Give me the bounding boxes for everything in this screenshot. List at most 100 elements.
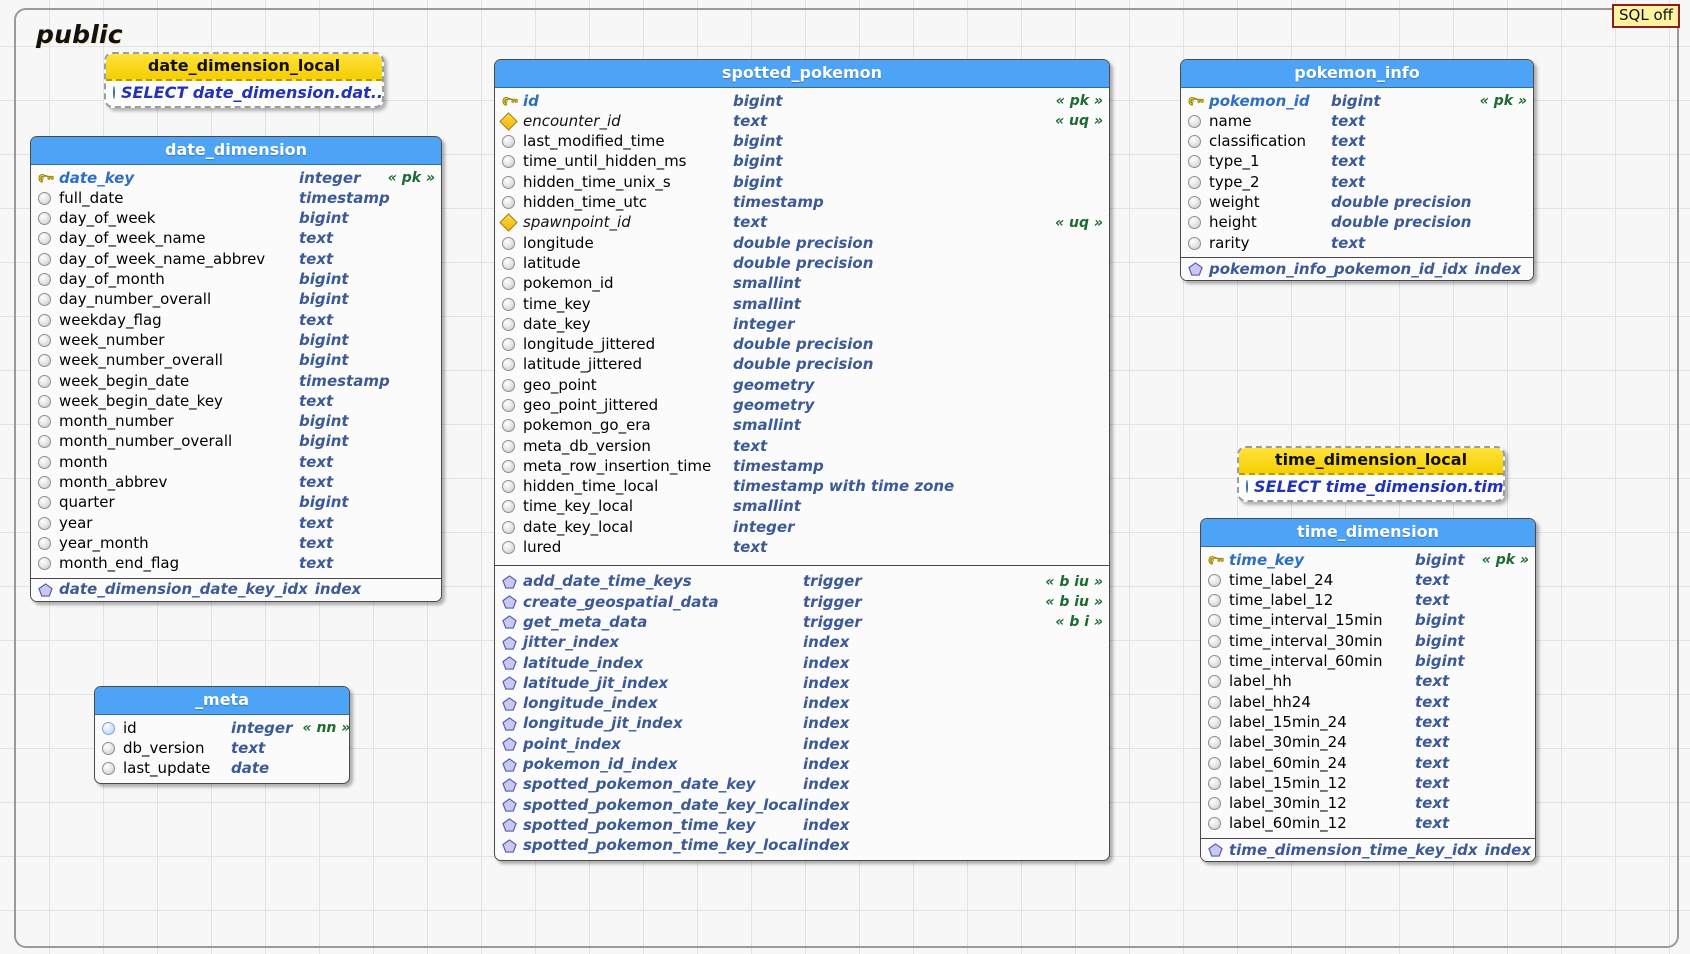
column-name: day_of_month — [59, 270, 165, 289]
circle-shape — [502, 196, 515, 210]
circle-shape — [1208, 655, 1221, 669]
column-type: double precision — [1331, 213, 1472, 232]
circle-shape — [1208, 817, 1221, 831]
object-name: spotted_pokemon_time_key — [523, 815, 756, 834]
column-type: timestamp with time zone — [733, 477, 955, 496]
table-date-dimension[interactable]: date_dimension date_key integer « pk » full… — [30, 136, 442, 602]
circle-icon — [502, 297, 523, 311]
column-list: time_key bigint « pk » time_label_24 text tim… — [1201, 547, 1535, 838]
column-name: label_hh — [1229, 672, 1292, 691]
column-row: name text — [1181, 111, 1533, 131]
column-name: last_update — [123, 759, 211, 778]
column-name: latitude_jittered — [523, 355, 642, 374]
column-type: bigint — [299, 290, 349, 309]
object-row: latitude_jit_index index — [495, 673, 1109, 693]
column-name: height — [1209, 213, 1257, 232]
circle-icon — [1188, 155, 1209, 169]
circle-shape — [38, 455, 51, 469]
column-type: text — [1331, 111, 1366, 130]
column-name: label_hh24 — [1229, 692, 1311, 711]
column-type: text — [299, 310, 334, 329]
circle-shape — [1208, 756, 1221, 770]
column-name: month_abbrev — [59, 473, 168, 491]
column-type: smallint — [733, 274, 801, 293]
circle-icon — [1208, 776, 1229, 790]
column-type: bigint — [733, 172, 783, 191]
column-name: label_15min_24 — [1229, 712, 1347, 731]
column-constraint-badge: « uq » — [1055, 113, 1103, 130]
column-row: time_until_hidden_ms bigint — [495, 152, 1109, 172]
column-row: rarity text — [1181, 233, 1533, 253]
column-type: double precision — [733, 335, 874, 354]
diamond-icon — [499, 112, 523, 131]
column-type: double precision — [733, 355, 874, 374]
circle-shape — [502, 338, 515, 352]
circle-icon — [1208, 634, 1229, 648]
column-type: double precision — [733, 253, 874, 272]
circle-shape — [502, 297, 515, 311]
column-name: time_label_12 — [1229, 591, 1334, 610]
index-type: index — [314, 580, 362, 599]
pentagon-icon — [1208, 843, 1229, 857]
index-type: index — [1484, 840, 1531, 859]
circle-shape — [502, 419, 515, 433]
sql-toggle-badge[interactable]: SQL off — [1612, 4, 1680, 29]
circle-shape — [38, 476, 51, 489]
column-row: hidden_time_utc timestamp — [495, 192, 1109, 212]
column-name: pokemon_id — [523, 274, 614, 293]
column-name: time_key — [523, 294, 591, 313]
column-list: date_key integer « pk » full_date timestamp d… — [31, 165, 441, 578]
column-row: label_30min_12 text — [1201, 793, 1535, 813]
column-type: integer — [733, 517, 795, 536]
index-name: time_dimension_time_key_idx — [1229, 840, 1478, 859]
circle-shape — [502, 358, 515, 372]
circle-icon — [502, 358, 523, 372]
column-type: bigint — [299, 432, 349, 451]
circle-icon — [38, 212, 59, 226]
column-type: text — [1415, 733, 1450, 752]
view-time-dimension-local[interactable]: time_dimension_local SELECT time_dimensi… — [1237, 446, 1505, 502]
table-index-footer: date_dimension_date_key_idx index — [31, 577, 441, 601]
circle-shape — [102, 762, 115, 776]
column-row: label_30min_24 text — [1201, 733, 1535, 753]
object-name: jitter_index — [523, 633, 620, 652]
column-type: bigint — [299, 493, 349, 512]
view-date-dimension-local[interactable]: date_dimension_local SELECT date_dimensi… — [104, 52, 384, 108]
object-row: latitude_index index — [495, 653, 1109, 673]
column-type: bigint — [1331, 91, 1381, 110]
circle-icon — [38, 293, 59, 307]
circle-icon — [38, 191, 59, 205]
table-spotted-pokemon[interactable]: spotted_pokemon id bigint « pk » encounter_… — [494, 59, 1110, 861]
circle-shape — [102, 721, 115, 735]
circle-icon — [1188, 236, 1209, 250]
column-name: name — [1209, 111, 1252, 130]
table-pokemon-info[interactable]: pokemon_info pokemon_id bigint « pk » name t… — [1180, 59, 1534, 282]
column-type: timestamp — [299, 371, 390, 390]
circle-icon — [38, 476, 59, 489]
pentagon-icon — [502, 656, 523, 670]
circle-shape — [38, 212, 51, 226]
column-name: year_month — [59, 533, 149, 552]
circle-shape — [1188, 114, 1201, 128]
column-name: pokemon_go_era — [523, 416, 651, 435]
column-row: label_15min_12 text — [1201, 773, 1535, 793]
circle-shape — [1188, 216, 1201, 230]
view-definition-row: SELECT time_dimension.tim... — [1239, 475, 1503, 500]
circle-shape — [502, 480, 515, 494]
column-name: day_of_week — [59, 209, 156, 228]
pentagon-icon — [502, 778, 523, 792]
object-name: latitude_jit_index — [523, 673, 669, 692]
column-row: pokemon_id bigint « pk » — [1181, 91, 1533, 111]
column-row: label_15min_24 text — [1201, 712, 1535, 732]
column-row: day_of_month bigint — [31, 269, 441, 289]
circle-shape — [38, 293, 51, 307]
index-name: date_dimension_date_key_idx — [59, 580, 308, 599]
table-meta[interactable]: _meta id integer « nn » db_version text last_… — [94, 686, 350, 784]
column-row: year_month text — [31, 533, 441, 553]
circle-shape — [38, 536, 51, 550]
circle-shape — [38, 273, 51, 287]
column-row: encounter_id text « uq » — [495, 111, 1109, 131]
table-time-dimension[interactable]: time_dimension time_key bigint « pk » time_… — [1200, 518, 1536, 863]
column-row: last_update date — [95, 759, 349, 779]
diamond-shape — [499, 112, 518, 131]
